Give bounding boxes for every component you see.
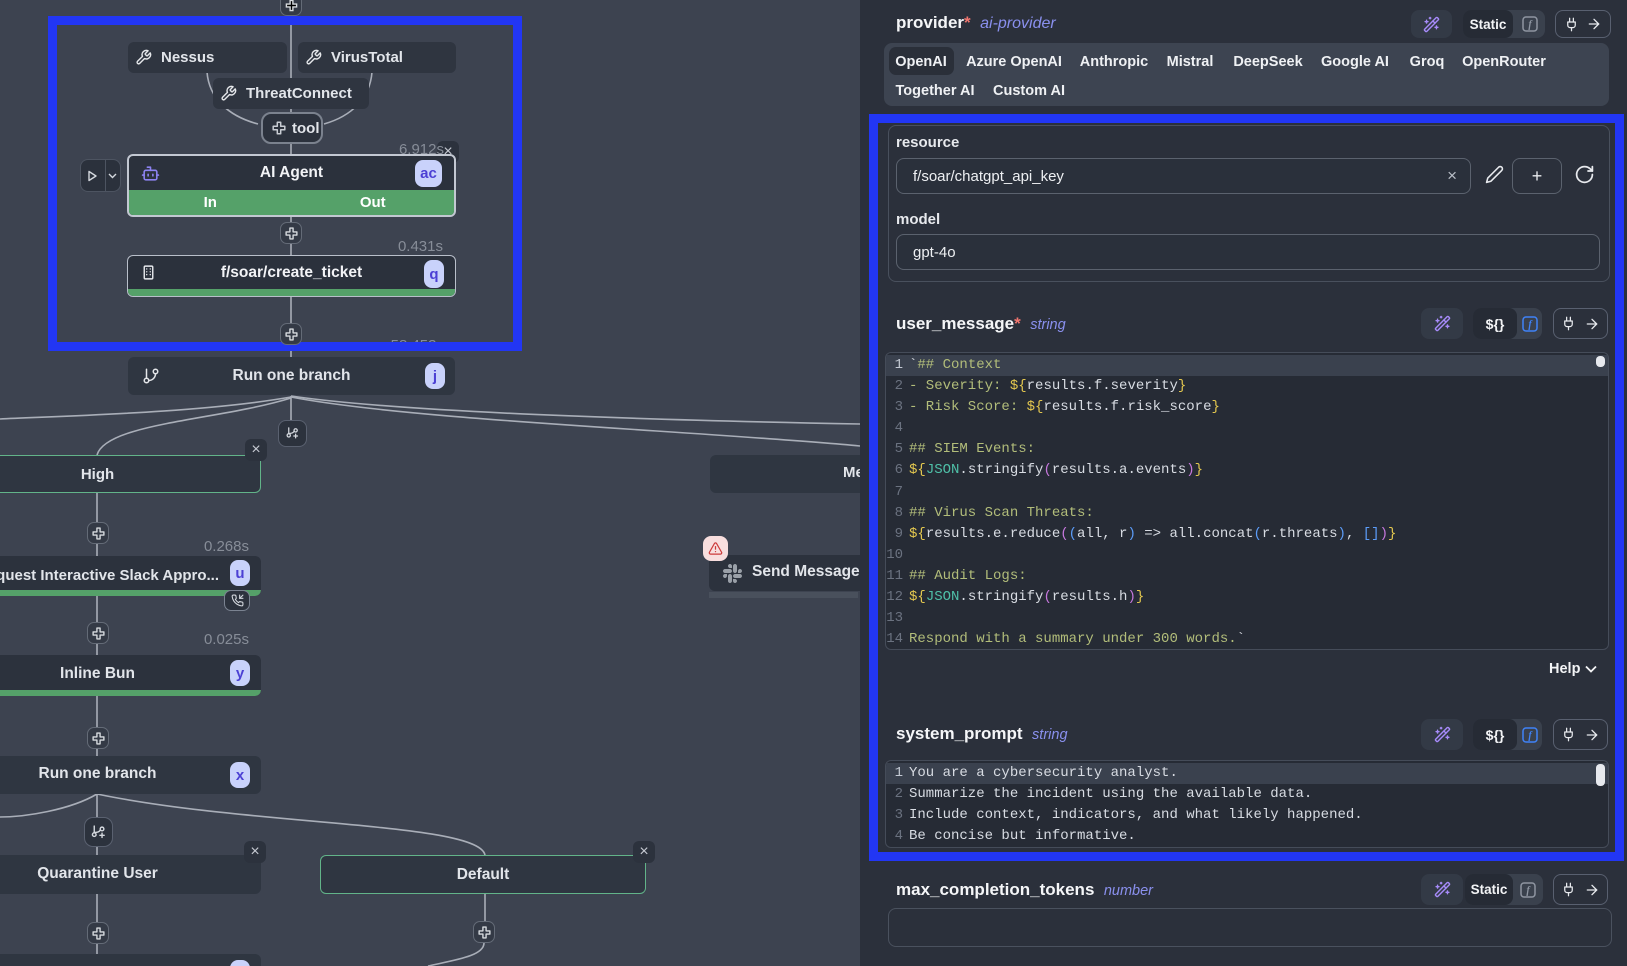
svg-text:f: f (1526, 885, 1531, 896)
svg-text:f: f (1528, 730, 1533, 741)
svg-text:f: f (1528, 319, 1533, 330)
svg-text:f: f (1528, 20, 1533, 31)
